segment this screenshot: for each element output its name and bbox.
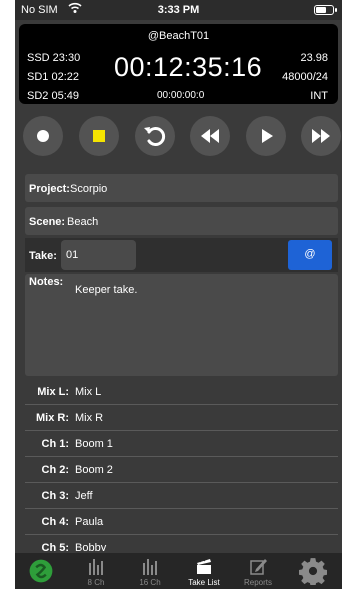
reports-edit-icon: [250, 559, 267, 575]
tab-16ch[interactable]: 16 Ch: [123, 553, 177, 589]
channel-value: Bobby: [75, 542, 107, 551]
channel-value: Jeff: [75, 490, 93, 502]
tab-label: 16 Ch: [139, 578, 161, 587]
channel-row[interactable]: Mix R: Mix R: [25, 405, 338, 431]
channel-value: Mix R: [75, 412, 104, 424]
record-button[interactable]: [23, 116, 63, 156]
stop-button[interactable]: [79, 116, 119, 156]
channel-label: Ch 3:: [41, 490, 70, 502]
play-button[interactable]: [246, 116, 286, 156]
sd1-remaining: SD1 02:22: [27, 71, 79, 83]
take-input[interactable]: 01: [61, 240, 136, 270]
tab-8ch[interactable]: 8 Ch: [69, 553, 123, 589]
undo-icon: [144, 127, 166, 146]
rewind-icon: [201, 129, 219, 143]
play-icon: [262, 129, 273, 143]
channel-row[interactable]: Ch 1: Boom 1: [25, 431, 338, 457]
user-tag: @BeachT01: [147, 30, 210, 42]
status-bar: No SIM 3:33 PM: [15, 0, 342, 20]
link-status-icon: [29, 559, 53, 583]
record-icon: [37, 130, 49, 142]
tab-reports[interactable]: Reports: [231, 553, 285, 589]
sync-source: INT: [310, 90, 328, 102]
take-label: Take:: [29, 250, 57, 262]
stop-icon: [93, 130, 105, 142]
tab-label: Reports: [243, 578, 272, 587]
at-button[interactable]: @: [288, 240, 332, 270]
main-timecode: 00:12:35:16: [114, 52, 263, 82]
tab-label: Take List: [188, 578, 220, 587]
tab-settings[interactable]: [287, 553, 341, 589]
sd2-remaining: SD2 05:49: [27, 90, 79, 102]
channel-label: Ch 4:: [41, 516, 70, 528]
tab-take-list[interactable]: Take List: [177, 553, 231, 589]
channel-row[interactable]: Mix L: Mix L: [25, 379, 338, 405]
project-label: Project:: [29, 183, 70, 195]
notes-label: Notes:: [29, 276, 64, 288]
channel-value: Mix L: [75, 386, 102, 398]
frame-rate: 23.98: [300, 52, 328, 64]
sample-rate: 48000/24: [282, 71, 328, 83]
meters-16ch-icon: [143, 559, 157, 575]
scene-field[interactable]: Scene: Beach: [25, 207, 338, 235]
channel-label: Ch 1:: [41, 438, 70, 450]
channel-label: Ch 5:: [41, 542, 70, 551]
channel-label: Mix L:: [37, 386, 69, 398]
channel-list[interactable]: Mix L: Mix L Mix R: Mix R Ch 1: Boom 1 C…: [25, 379, 338, 551]
tab-bar: 8 Ch 16 Ch Take List Reports: [15, 553, 342, 589]
channel-label: Mix R:: [36, 412, 69, 424]
tab-label: 8 Ch: [87, 578, 105, 587]
channel-row[interactable]: Ch 3: Jeff: [25, 483, 338, 509]
channel-row[interactable]: Ch 4: Paula: [25, 509, 338, 535]
fast-forward-button[interactable]: [301, 116, 341, 156]
meters-8ch-icon: [89, 559, 103, 575]
tab-link-status[interactable]: [15, 553, 69, 589]
channel-value: Paula: [75, 516, 104, 528]
status-time: 3:33 PM: [157, 4, 200, 16]
transport-bar: [15, 116, 342, 162]
battery-icon: [314, 5, 337, 15]
clapperboard-icon: [197, 558, 211, 574]
notes-value: Keeper take.: [75, 284, 138, 296]
scene-label: Scene:: [29, 216, 66, 228]
channel-row[interactable]: Ch 5: Bobby: [25, 535, 338, 551]
project-field[interactable]: Project: Scorpio: [25, 174, 338, 202]
channel-value: Boom 1: [75, 438, 113, 450]
scene-value: Beach: [67, 216, 99, 228]
fast-forward-icon: [312, 129, 330, 143]
gear-icon: [299, 558, 327, 585]
channel-row[interactable]: Ch 2: Boom 2: [25, 457, 338, 483]
ssd-remaining: SSD 23:30: [27, 52, 81, 64]
channel-value: Boom 2: [75, 464, 113, 476]
sub-timecode: 00:00:00:0: [157, 90, 205, 101]
undo-button[interactable]: [135, 116, 175, 156]
timecode-display: @BeachT01 SSD 23:30 SD1 02:22 SD2 05:49 …: [19, 24, 338, 104]
channel-label: Ch 2:: [41, 464, 70, 476]
rewind-button[interactable]: [190, 116, 230, 156]
take-row: Take: 01 @: [25, 238, 338, 272]
notes-field[interactable]: Notes: Keeper take.: [25, 274, 338, 376]
app-window: No SIM 3:33 PM @BeachT01 SSD 23:30 SD1 0…: [15, 0, 342, 589]
project-value: Scorpio: [70, 183, 108, 195]
